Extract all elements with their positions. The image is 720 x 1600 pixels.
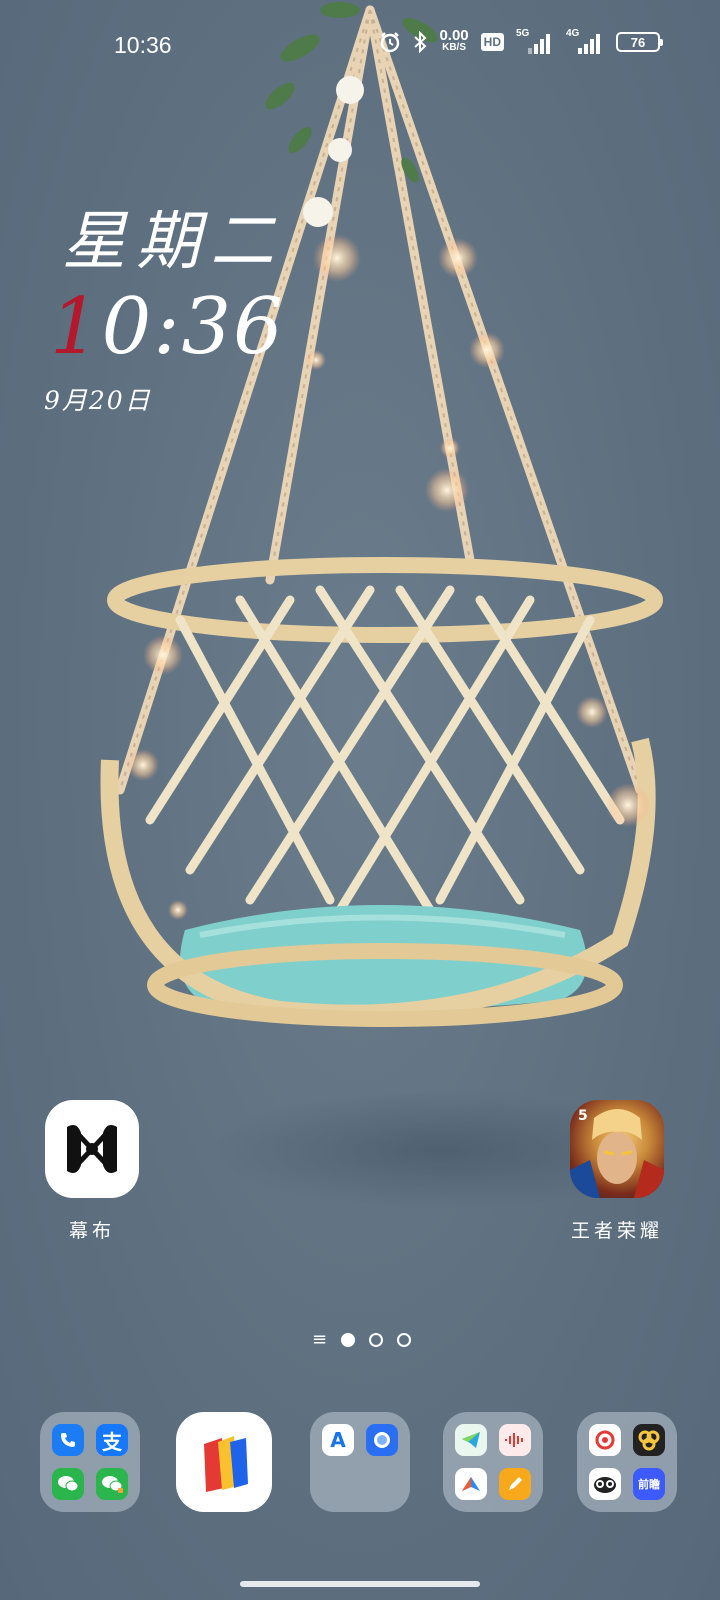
voice-recorder-icon xyxy=(499,1424,531,1456)
page-dot-3[interactable] xyxy=(397,1333,412,1347)
qianwei-icon: 前瞻 xyxy=(633,1468,665,1500)
app-honor-of-kings[interactable]: 5 王者荣耀 xyxy=(547,1100,687,1243)
page-dot-2[interactable] xyxy=(369,1333,384,1347)
qianwei-glyph: 前瞻 xyxy=(638,1478,660,1491)
telegram-icon xyxy=(455,1424,487,1456)
widget-clock-first-digit: 1 xyxy=(50,282,102,372)
signal-4g-icon: 4G xyxy=(566,28,604,54)
status-icons: 0.00 KB/S HD 5G 4G 76 xyxy=(379,27,663,54)
page-indicator[interactable]: ≡ xyxy=(312,1331,412,1349)
wechat-clone-icon xyxy=(96,1468,128,1500)
maps-icon xyxy=(455,1468,487,1500)
dock-folder-communication[interactable]: 支 xyxy=(40,1412,140,1512)
honor-of-kings-icon: 5 xyxy=(570,1100,664,1198)
phone-icon xyxy=(52,1424,84,1456)
home-screen: 10:36 0.00 KB/S HD 5G 4G 76 星期二 10:36 9月… xyxy=(0,0,720,1600)
network-speed-unit: KB/S xyxy=(442,42,466,53)
dock-app-books[interactable] xyxy=(176,1412,272,1512)
app-store-icon: A xyxy=(322,1424,354,1456)
alipay-icon: 支 xyxy=(96,1424,128,1456)
browser-icon xyxy=(366,1424,398,1456)
svg-text:5: 5 xyxy=(578,1108,588,1124)
alarm-icon xyxy=(381,32,400,53)
battery-level: 76 xyxy=(630,34,646,50)
dock-folder-tools[interactable]: A xyxy=(310,1412,410,1512)
app-label-honor-of-kings: 王者荣耀 xyxy=(570,1220,663,1242)
app-mubu[interactable]: 幕布 xyxy=(22,1100,162,1243)
wechat-icon xyxy=(52,1468,84,1500)
page-menu-icon[interactable]: ≡ xyxy=(312,1331,327,1349)
notes-icon xyxy=(499,1468,531,1500)
alipay-glyph: 支 xyxy=(102,1429,122,1454)
network-speed-value: 0.00 xyxy=(439,27,469,44)
widget-clock-rest: 0:36 xyxy=(101,282,285,372)
bluetooth-icon xyxy=(414,31,427,53)
widget-clock[interactable]: 10:36 xyxy=(50,282,285,372)
dock-folder-entertainment[interactable]: 前瞻 xyxy=(577,1412,677,1512)
widget-date[interactable]: 9月20日 xyxy=(44,381,152,417)
music-icon xyxy=(589,1424,621,1456)
books-app-icon xyxy=(204,1436,248,1492)
dock-folder-utilities[interactable] xyxy=(443,1412,543,1512)
widget-weekday[interactable]: 星期二 xyxy=(62,190,284,282)
page-dot-1[interactable] xyxy=(341,1333,356,1347)
app-store-glyph: A xyxy=(330,1428,346,1452)
baidu-netdisk-icon xyxy=(633,1424,665,1456)
owl-app-icon xyxy=(589,1468,621,1500)
status-time: 10:36 xyxy=(114,32,172,58)
signal-5g-icon: 5G xyxy=(516,28,554,54)
hd-voice-badge: HD xyxy=(480,33,504,51)
mubu-icon xyxy=(45,1100,139,1198)
home-indicator[interactable] xyxy=(240,1581,480,1587)
network-speed: 0.00 KB/S xyxy=(439,27,469,54)
battery-icon: 76 xyxy=(616,32,663,52)
app-label-mubu: 幕布 xyxy=(68,1220,115,1242)
status-bar: 10:36 0.00 KB/S HD 5G 4G 76 xyxy=(0,0,720,92)
